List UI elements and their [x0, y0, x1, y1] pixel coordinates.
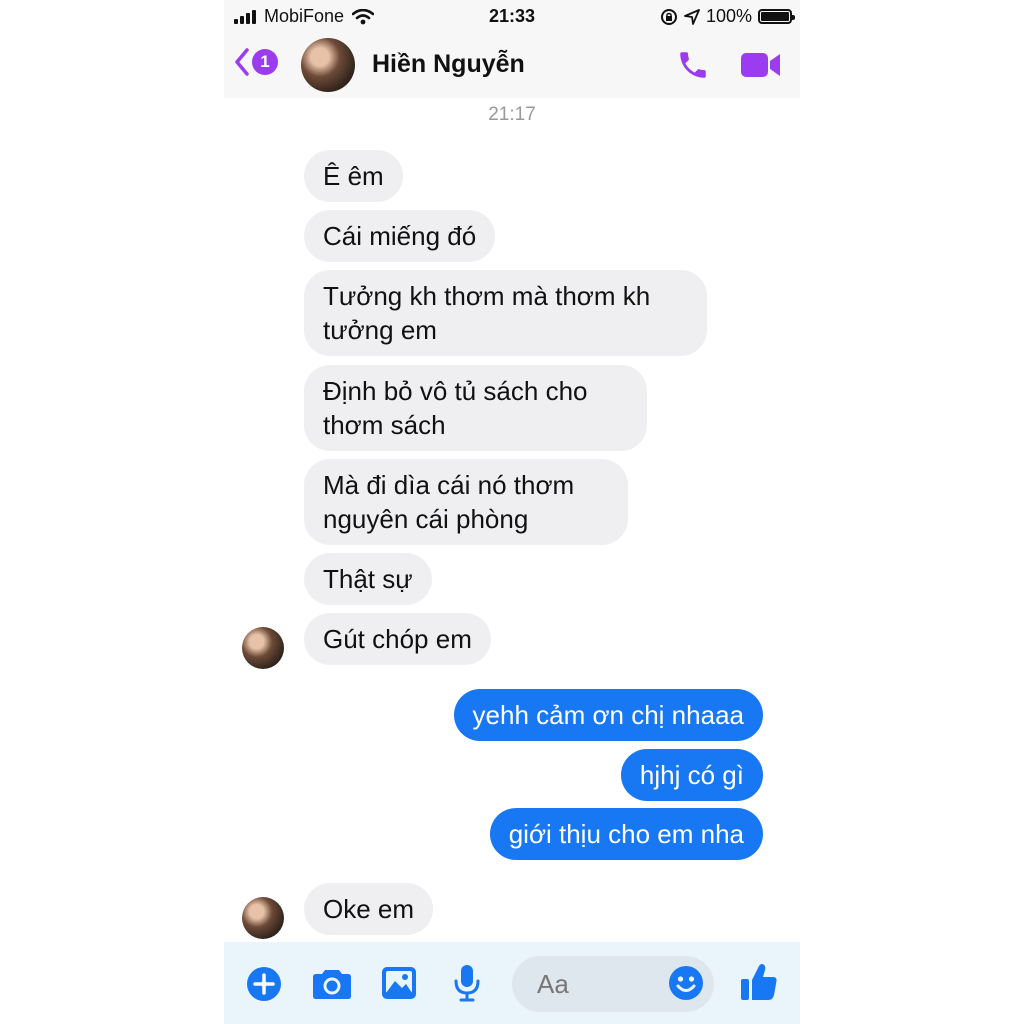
- incoming-message[interactable]: Ê êm: [304, 150, 403, 202]
- camera-button[interactable]: [312, 968, 352, 1005]
- battery-percent: 100%: [705, 6, 752, 26]
- image-icon: [382, 967, 416, 999]
- microphone-icon: [454, 965, 480, 1002]
- gallery-button[interactable]: [381, 966, 417, 1005]
- thumbs-up-icon: [741, 964, 777, 1000]
- outgoing-message[interactable]: yehh cảm ơn chị nhaaa: [453, 689, 763, 741]
- voice-call-button[interactable]: [676, 48, 710, 87]
- unread-badge: 1: [252, 49, 278, 75]
- incoming-message[interactable]: Cái miếng đó: [304, 210, 496, 262]
- incoming-message[interactable]: Tưởng kh thơm mà thơm kh tưởng em: [304, 270, 707, 356]
- outgoing-message[interactable]: hjhj có gì: [620, 749, 763, 801]
- camera-icon: [313, 970, 351, 999]
- composer-bar: Aa: [224, 942, 800, 1024]
- outgoing-message[interactable]: giới thịu cho em nha: [489, 808, 763, 860]
- chevron-left-icon: [235, 48, 249, 76]
- contact-name[interactable]: Hiền Nguyễn: [372, 50, 525, 79]
- emoji-button[interactable]: [668, 965, 704, 1006]
- battery-icon: [758, 9, 795, 24]
- more-actions-button[interactable]: [246, 966, 282, 1007]
- chat-header: 1 Hiền Nguyễn: [224, 32, 800, 98]
- voice-message-button[interactable]: [454, 964, 480, 1007]
- like-button[interactable]: [740, 962, 778, 1007]
- location-icon: [684, 8, 700, 25]
- phone-icon: [680, 52, 706, 78]
- incoming-message[interactable]: Định bỏ vô tủ sách cho thơm sách: [304, 365, 647, 451]
- incoming-message[interactable]: Mà đi dìa cái nó thơm nguyên cái phòng: [304, 459, 628, 545]
- plus-circle-icon: [247, 967, 281, 1001]
- sender-avatar[interactable]: [242, 627, 284, 669]
- sender-avatar[interactable]: [242, 897, 284, 939]
- incoming-message[interactable]: Oke em: [304, 883, 434, 935]
- incoming-message[interactable]: Thật sự: [304, 553, 432, 605]
- smiley-icon: [669, 966, 703, 1000]
- video-call-button[interactable]: [740, 50, 782, 85]
- incoming-message[interactable]: Gút chóp em: [304, 613, 491, 665]
- messenger-screen: MobiFone 21:33 100% 1 Hiền Nguyễn 21:17 …: [224, 0, 800, 1024]
- status-bar: MobiFone 21:33 100%: [224, 0, 800, 32]
- contact-avatar[interactable]: [301, 38, 355, 92]
- message-timestamp: 21:17: [488, 104, 536, 125]
- back-button[interactable]: 1: [234, 48, 278, 76]
- message-input-placeholder: Aa: [537, 969, 569, 999]
- video-camera-icon: [741, 53, 780, 77]
- rotation-lock-icon: [660, 8, 677, 25]
